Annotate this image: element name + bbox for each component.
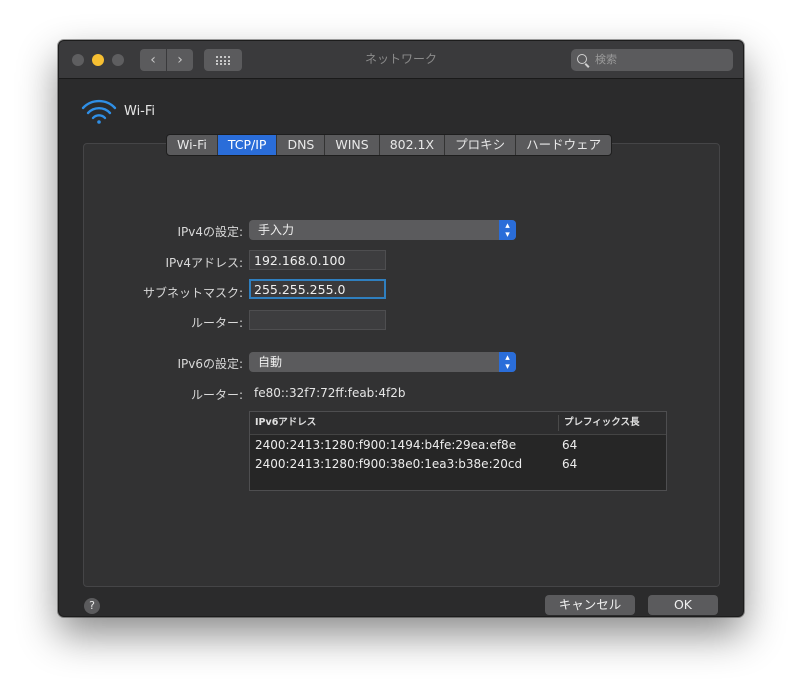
ipv4-config-popup[interactable]: 手入力 ▴ ▾ bbox=[249, 220, 516, 240]
tab-proxy[interactable]: プロキシ bbox=[445, 135, 517, 155]
table-row[interactable]: 2400:2413:1280:f900:1494:b4fe:29ea:ef8e … bbox=[250, 436, 666, 455]
subnet-mask-label: サブネットマスク: bbox=[142, 286, 243, 300]
ipv4-config-label: IPv4の設定: bbox=[177, 225, 243, 239]
ipv4-config-value: 手入力 bbox=[258, 223, 295, 237]
table-header: IPv6アドレス プレフィックス長 bbox=[250, 412, 666, 435]
prefix-length-cell: 64 bbox=[562, 457, 578, 471]
cancel-button[interactable]: キャンセル bbox=[545, 595, 635, 615]
search-icon bbox=[577, 54, 587, 64]
ipv6-config-value: 自動 bbox=[258, 355, 283, 369]
ipv6-address-cell: 2400:2413:1280:f900:1494:b4fe:29ea:ef8e bbox=[255, 438, 517, 452]
content-area: Wi-Fi Wi-Fi TCP/IP DNS WINS 802.1X プロキシ … bbox=[59, 79, 743, 616]
tab-wifi[interactable]: Wi-Fi bbox=[167, 135, 218, 155]
column-header-address[interactable]: IPv6アドレス bbox=[255, 412, 316, 434]
ipv4-address-label: IPv4アドレス: bbox=[165, 256, 243, 270]
search-field[interactable]: 検索 bbox=[571, 49, 733, 71]
help-button[interactable]: ? bbox=[84, 598, 100, 614]
search-placeholder: 検索 bbox=[595, 53, 617, 66]
column-divider bbox=[558, 415, 559, 431]
ipv6-config-label: IPv6の設定: bbox=[177, 357, 243, 371]
ipv6-config-popup[interactable]: 自動 ▴ ▾ bbox=[249, 352, 516, 372]
service-name: Wi-Fi bbox=[124, 104, 156, 119]
ipv4-address-field[interactable]: 192.168.0.100 bbox=[249, 250, 386, 270]
tab-wins[interactable]: WINS bbox=[325, 135, 380, 155]
tab-8021x[interactable]: 802.1X bbox=[380, 135, 446, 155]
titlebar: ‹ › ネットワーク 検索 bbox=[59, 41, 743, 79]
ipv6-address-cell: 2400:2413:1280:f900:38e0:1ea3:b38e:20cd bbox=[255, 457, 523, 471]
ipv6-router-label: ルーター: bbox=[190, 388, 243, 402]
popup-arrows-icon: ▴ ▾ bbox=[499, 352, 516, 372]
tab-dns[interactable]: DNS bbox=[277, 135, 326, 155]
prefix-length-cell: 64 bbox=[562, 438, 578, 452]
table-row[interactable]: 2400:2413:1280:f900:38e0:1ea3:b38e:20cd … bbox=[250, 455, 666, 474]
tab-hardware[interactable]: ハードウェア bbox=[516, 135, 611, 155]
tab-tcpip[interactable]: TCP/IP bbox=[217, 135, 278, 155]
ok-button[interactable]: OK bbox=[648, 595, 718, 615]
subnet-mask-field[interactable]: 255.255.255.0 bbox=[249, 279, 386, 299]
ipv6-router-value: fe80::32f7:72ff:feab:4f2b bbox=[254, 386, 406, 400]
wifi-icon bbox=[81, 99, 117, 124]
network-preferences-window: ‹ › ネットワーク 検索 Wi-Fi Wi-Fi TCP/IP DNS WIN… bbox=[58, 40, 744, 617]
ipv4-router-label: ルーター: bbox=[190, 316, 243, 330]
popup-arrows-icon: ▴ ▾ bbox=[499, 220, 516, 240]
tab-bar: Wi-Fi TCP/IP DNS WINS 802.1X プロキシ ハードウェア bbox=[166, 134, 613, 156]
ipv4-router-field[interactable] bbox=[249, 310, 386, 330]
ipv6-address-table[interactable]: IPv6アドレス プレフィックス長 2400:2413:1280:f900:14… bbox=[249, 411, 667, 491]
column-header-prefix[interactable]: プレフィックス長 bbox=[564, 412, 640, 434]
